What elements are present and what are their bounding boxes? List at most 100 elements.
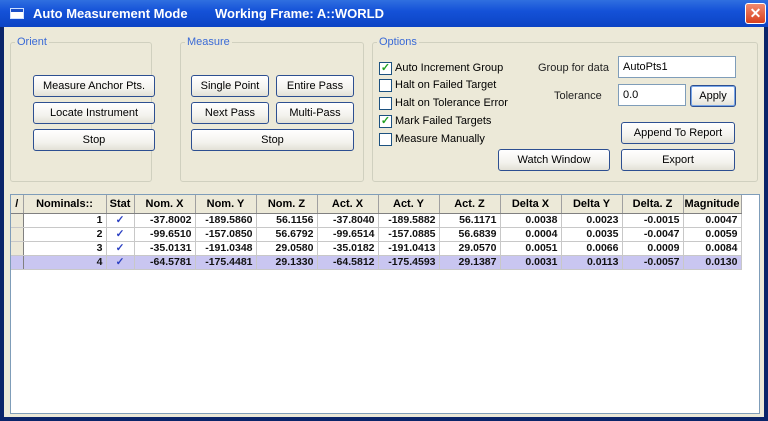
act-x-cell: -99.6514 <box>317 227 379 242</box>
nominal-cell: 3 <box>23 241 107 256</box>
act-y-cell: -175.4593 <box>378 255 440 270</box>
column-header[interactable]: Stat <box>106 195 135 214</box>
window-icon <box>10 8 24 19</box>
delta-z-cell: -0.0015 <box>622 213 684 228</box>
column-header[interactable]: / <box>11 195 24 214</box>
act-z-cell: 29.0570 <box>439 241 501 256</box>
multi-pass-button[interactable]: Multi-Pass <box>276 102 354 124</box>
group-for-data-label: Group for data <box>538 62 609 74</box>
delta-y-cell: 0.0035 <box>561 227 623 242</box>
table-row[interactable]: 1 ✓ -37.8002 -189.5860 56.1156 -37.8040 … <box>11 213 742 228</box>
column-header[interactable]: Magnitude <box>683 195 742 214</box>
table-row-selected[interactable]: 4 ✓ -64.5781 -175.4481 29.1330 -64.5812 … <box>11 255 742 270</box>
locate-instrument-button[interactable]: Locate Instrument <box>33 102 155 124</box>
title-bar[interactable]: Auto Measurement Mode Working Frame: A::… <box>0 0 768 27</box>
close-button[interactable]: ✕ <box>745 3 766 24</box>
table-row[interactable]: 3 ✓ -35.0131 -191.0348 29.0580 -35.0182 … <box>11 241 742 256</box>
tolerance-label: Tolerance <box>554 90 602 102</box>
measure-stop-button[interactable]: Stop <box>191 129 354 151</box>
delta-x-cell: 0.0051 <box>500 241 562 256</box>
row-selector[interactable] <box>11 227 24 242</box>
nom-x-cell: -35.0131 <box>134 241 196 256</box>
row-selector[interactable] <box>11 255 24 270</box>
delta-x-cell: 0.0038 <box>500 213 562 228</box>
halt-on-tolerance-error-checkbox[interactable] <box>379 97 392 110</box>
apply-button[interactable]: Apply <box>690 85 736 107</box>
app-window: Auto Measurement Mode Working Frame: A::… <box>0 0 768 421</box>
nom-y-cell: -191.0348 <box>195 241 257 256</box>
column-header[interactable]: Nom. Z <box>256 195 318 214</box>
measure-manually-checkbox[interactable] <box>379 133 392 146</box>
nominal-cell: 1 <box>23 213 107 228</box>
act-y-cell: -157.0885 <box>378 227 440 242</box>
watch-window-button[interactable]: Watch Window <box>498 149 610 171</box>
nom-y-cell: -157.0850 <box>195 227 257 242</box>
delta-x-cell: 0.0004 <box>500 227 562 242</box>
mark-failed-targets-label: Mark Failed Targets <box>395 115 492 127</box>
column-header[interactable]: Delta X <box>500 195 562 214</box>
delta-y-cell: 0.0113 <box>561 255 623 270</box>
row-selector[interactable] <box>11 213 24 228</box>
status-check-icon: ✓ <box>106 227 135 242</box>
nom-x-cell: -64.5781 <box>134 255 196 270</box>
delta-z-cell: 0.0009 <box>622 241 684 256</box>
magnitude-cell: 0.0130 <box>683 255 742 270</box>
measure-anchor-pts-button[interactable]: Measure Anchor Pts. <box>33 75 155 97</box>
measure-legend: Measure <box>187 36 230 48</box>
status-check-icon: ✓ <box>106 213 135 228</box>
column-header[interactable]: Act. Y <box>378 195 440 214</box>
halt-on-failed-target-label: Halt on Failed Target <box>395 79 497 91</box>
nom-y-cell: -175.4481 <box>195 255 257 270</box>
act-z-cell: 29.1387 <box>439 255 501 270</box>
act-y-cell: -191.0413 <box>378 241 440 256</box>
column-header[interactable]: Act. X <box>317 195 379 214</box>
table-row[interactable]: 2 ✓ -99.6510 -157.0850 56.6792 -99.6514 … <box>11 227 742 242</box>
act-x-cell: -37.8040 <box>317 213 379 228</box>
append-to-report-button[interactable]: Append To Report <box>621 122 735 144</box>
nom-z-cell: 56.1156 <box>256 213 318 228</box>
magnitude-cell: 0.0084 <box>683 241 742 256</box>
magnitude-cell: 0.0059 <box>683 227 742 242</box>
nom-z-cell: 29.1330 <box>256 255 318 270</box>
column-header[interactable]: Nom. X <box>134 195 196 214</box>
nom-x-cell: -37.8002 <box>134 213 196 228</box>
nominal-cell: 4 <box>23 255 107 270</box>
halt-on-tolerance-error-label: Halt on Tolerance Error <box>395 97 508 109</box>
table-header-row: / Nominals:: Stat Nom. X Nom. Y Nom. Z A… <box>11 195 742 214</box>
options-legend: Options <box>379 36 417 48</box>
act-y-cell: -189.5882 <box>378 213 440 228</box>
export-button[interactable]: Export <box>621 149 735 171</box>
auto-increment-group-label: Auto Increment Group <box>395 62 504 74</box>
halt-on-failed-target-checkbox[interactable] <box>379 79 392 92</box>
next-pass-button[interactable]: Next Pass <box>191 102 269 124</box>
column-header[interactable]: Delta Y <box>561 195 623 214</box>
status-check-icon: ✓ <box>106 255 135 270</box>
orient-legend: Orient <box>17 36 47 48</box>
group-for-data-input[interactable]: AutoPts1 <box>618 56 736 78</box>
magnitude-cell: 0.0047 <box>683 213 742 228</box>
delta-y-cell: 0.0023 <box>561 213 623 228</box>
nom-z-cell: 29.0580 <box>256 241 318 256</box>
results-grid[interactable]: / Nominals:: Stat Nom. X Nom. Y Nom. Z A… <box>10 194 760 414</box>
column-header[interactable]: Nom. Y <box>195 195 257 214</box>
delta-z-cell: -0.0057 <box>622 255 684 270</box>
mark-failed-targets-checkbox[interactable]: ✓ <box>379 115 392 128</box>
window-title: Auto Measurement Mode <box>33 6 188 21</box>
column-header[interactable]: Nominals:: <box>23 195 107 214</box>
single-point-button[interactable]: Single Point <box>191 75 269 97</box>
delta-y-cell: 0.0066 <box>561 241 623 256</box>
row-selector[interactable] <box>11 241 24 256</box>
act-x-cell: -64.5812 <box>317 255 379 270</box>
column-header[interactable]: Act. Z <box>439 195 501 214</box>
act-z-cell: 56.1171 <box>439 213 501 228</box>
auto-increment-group-checkbox[interactable]: ✓ <box>379 62 392 75</box>
status-check-icon: ✓ <box>106 241 135 256</box>
orient-stop-button[interactable]: Stop <box>33 129 155 151</box>
tolerance-input[interactable]: 0.0 <box>618 84 686 106</box>
results-table: / Nominals:: Stat Nom. X Nom. Y Nom. Z A… <box>11 195 742 270</box>
entire-pass-button[interactable]: Entire Pass <box>276 75 354 97</box>
delta-x-cell: 0.0031 <box>500 255 562 270</box>
nom-x-cell: -99.6510 <box>134 227 196 242</box>
working-frame-label: Working Frame: A::WORLD <box>215 6 384 21</box>
column-header[interactable]: Delta. Z <box>622 195 684 214</box>
